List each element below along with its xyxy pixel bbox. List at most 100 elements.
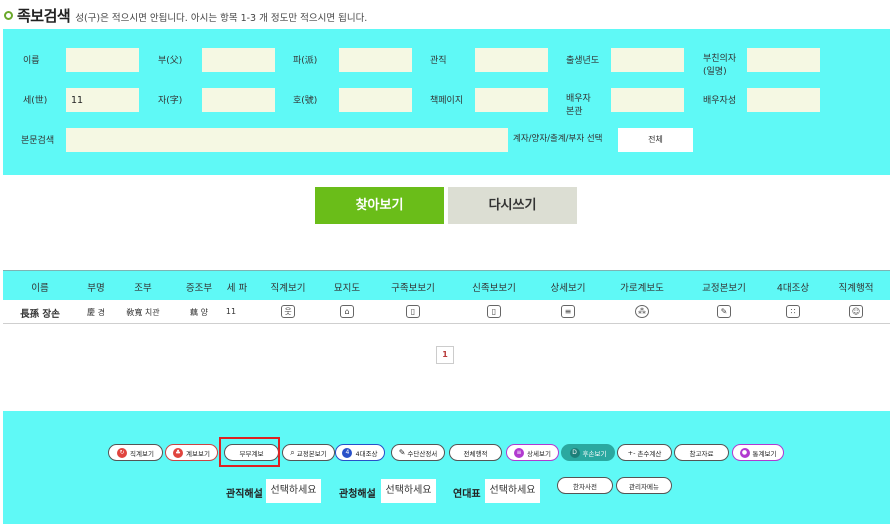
pill-label: 직계보기 [130,449,154,458]
pill-label: 촌수계산 [637,449,662,458]
label-kin-select: 계자/양자/출계/부자 선택 [513,134,603,144]
label-father: 부(父) [158,56,183,66]
ancestors-icon[interactable]: ∷ [786,305,800,318]
page-note: 성(구)은 적으시면 안됩니다. 아시는 항목 1-3 개 정도만 적으시면 됩… [75,12,368,24]
detail-icon: ≡ [514,447,525,458]
pill-chon-calc-button[interactable]: +- 촌수계산 [617,444,672,461]
col-detail: 상세보기 [550,283,586,294]
col-old-book: 구족보보기 [391,283,435,294]
pill-family-tree-button[interactable]: ♣ 계보보기 [165,444,218,461]
father-field[interactable] [202,48,275,72]
results-table-header: 이름 부명 조부 증조부 세 파 직계보기 묘지도 구족보보기 신족보보기 상세… [3,270,890,300]
pill-label: 통계보기 [752,449,777,458]
birth-year-field[interactable] [611,48,684,72]
spouse-surname-field[interactable] [747,88,820,112]
label-birth-year: 출생년도 [566,56,600,66]
spouse-origin-field[interactable] [611,88,684,112]
pill-label: 관리자메뉴 [629,482,659,491]
col-lineage: 직계보기 [270,283,306,294]
pill-corrected-button[interactable]: ⌕ 교정본보기 [282,444,335,461]
cell-name[interactable]: 長孫 장손 [20,306,60,320]
label-ja: 자(字) [158,96,183,106]
col-ancestors: 4대조상 [776,283,810,294]
old-book-icon[interactable]: ▯ [406,305,420,318]
magnifier-icon: ⌕ [290,447,295,457]
gwanjik-field[interactable] [475,48,548,72]
gwancheong-guide-select[interactable]: 선택하세요 [381,479,436,503]
detail-icon[interactable]: ≡ [561,305,575,318]
pa-field[interactable] [339,48,412,72]
col-generation: 세 파 [226,283,248,294]
find-button[interactable]: 찾아보기 [315,187,444,224]
new-book-icon[interactable]: ▯ [487,305,501,318]
pill-all-records-button[interactable]: 전체행적 [449,444,502,461]
col-new-book: 신족보보기 [472,283,516,294]
cell-father: 慶 경 [87,308,105,317]
generation-field[interactable]: 11 [66,88,139,112]
kin-select[interactable]: 전체 [618,128,693,152]
lineage-icon[interactable]: 웃 [281,305,295,318]
label-name: 이름 [23,56,40,66]
page-header: 족보검색 성(구)은 적으시면 안됩니다. 아시는 항목 1-3 개 정도만 적… [4,5,367,25]
col-name: 이름 [31,283,49,294]
pill-label: 교정본보기 [296,449,327,458]
label-ho: 호(號) [293,96,318,106]
book-page-field[interactable] [475,88,548,112]
relative-field[interactable] [747,48,820,72]
label-gwanjik-guide: 관직해설 [226,489,263,500]
bottom-panel: ↻ 직계보기 ♣ 계보보기 부부계보 ⌕ 교정본보기 4 4대조상 ✎ 수단산정서 전체행… [3,411,890,524]
pill-label: 참고자료 [689,449,714,458]
cell-great-grandfather: 藕 양 [190,308,208,317]
pill-label: 4대조상 [355,449,378,458]
ho-field[interactable] [339,88,412,112]
body-search-field[interactable] [66,128,508,152]
col-father: 부명 [87,283,105,294]
pill-lineage-button[interactable]: ↻ 직계보기 [108,444,163,461]
label-book-page: 책페이지 [430,96,464,106]
name-field[interactable] [66,48,139,72]
statistics-icon: ● [739,447,750,458]
col-grave-map: 묘지도 [333,283,361,294]
label-body-search: 본문검색 [21,136,55,146]
pill-label: 상세보기 [527,449,551,458]
label-spouse-origin: 배우자 [566,94,591,104]
pill-ancestors-button[interactable]: 4 4대조상 [335,444,385,461]
tree-icon: ♣ [173,447,184,458]
timeline-select[interactable]: 선택하세요 [485,479,540,503]
col-grandfather: 조부 [134,283,152,294]
pagination-page[interactable]: 1 [436,346,454,364]
col-great-grandfather: 증조부 [185,283,213,294]
pill-label: 수단산정서 [407,449,438,458]
search-form: 이름 부(父) 파(派) 관직 출생년도 부친의자 (일명) 세(世) 11 자… [3,29,890,175]
label-spouse-surname: 배우자성 [703,96,737,106]
pen-icon: ✎ [398,448,406,457]
pill-label: 계보보기 [186,449,210,458]
cell-grandfather: 敎寬 치관 [126,308,160,317]
label-relative: 부친의자 [703,54,737,64]
pill-statistics-button[interactable]: ● 통계보기 [732,444,784,461]
tree-icon[interactable]: ⁂ [635,305,649,318]
page-title: 족보검색 [17,6,71,25]
pill-document-button[interactable]: ✎ 수단산정서 [391,444,445,461]
pill-detail-button[interactable]: ≡ 상세보기 [506,444,559,461]
pill-label: 한자사전 [573,482,597,491]
record-icon[interactable]: ☺ [849,305,863,318]
label-timeline: 연대표 [453,489,481,500]
grave-map-icon[interactable]: ⌂ [340,305,354,318]
col-corrected: 교정본보기 [702,283,746,294]
gwanjik-guide-select[interactable]: 선택하세요 [266,479,321,503]
label-generation: 세(世) [23,96,48,106]
col-record: 직계행적 [838,283,874,294]
table-row[interactable]: 長孫 장손 慶 경 敎寬 치관 藕 양 11 웃 ⌂ ▯ ▯ ≡ ⁂ ✎ ∷ ☺ [3,300,890,324]
reset-button[interactable]: 다시쓰기 [448,187,577,224]
pill-reference-button[interactable]: 참고자료 [674,444,729,461]
circle-bullet-icon [4,10,13,20]
pill-descendants-button[interactable]: D 후손보기 [561,444,615,461]
edit-icon[interactable]: ✎ [717,305,731,318]
col-tree: 가로계보도 [620,283,664,294]
label-gwanjik: 관직 [430,56,447,66]
ja-field[interactable] [202,88,275,112]
selection-highlight [219,437,280,467]
pill-hanja-dictionary-button[interactable]: 한자사전 [557,477,613,494]
pill-admin-menu-button[interactable]: 관리자메뉴 [616,477,672,494]
